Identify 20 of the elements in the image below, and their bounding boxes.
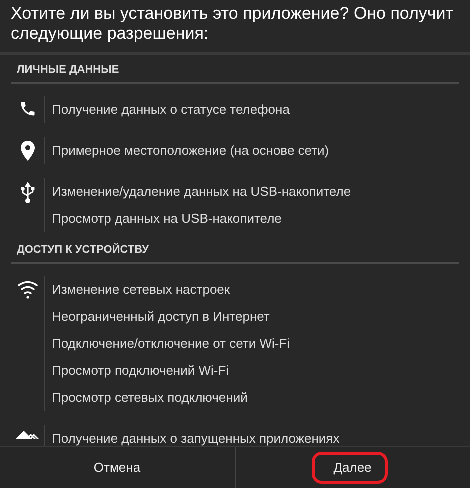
permission-text: Примерное местоположение (на основе сети) (52, 142, 330, 160)
location-pin-icon (20, 141, 34, 161)
wifi-icon (18, 280, 38, 300)
permission-text: Просмотр данных на USB-накопителе (52, 210, 283, 228)
permission-text: Просмотр подключений Wi-Fi (52, 362, 230, 380)
dialog-title: Хотите ли вы установить это приложение? Оно получит следующие разрешения: (0, 0, 470, 55)
permission-text: Неограниченный доступ в Интернет (52, 308, 271, 326)
permission-text: Подключение/отключение от сети Wi-Fi (52, 335, 290, 353)
permission-text: Изменение/удаление данных на USB-накопителе (52, 183, 352, 201)
phone-icon (18, 100, 36, 118)
cancel-button[interactable]: Отмена (0, 447, 234, 488)
permission-text: Получение данных о запущенных приложениях (52, 430, 340, 446)
next-button[interactable]: Далее (234, 447, 470, 488)
permission-text: Получение данных о статусе телефона (52, 101, 290, 119)
permission-text: Изменение сетевых настроек (52, 281, 232, 299)
section-header: ЛИЧНЫЕ ДАННЫЕ (11, 62, 459, 84)
usb-icon (20, 182, 34, 204)
permission-text: Просмотр сетевых подключений (52, 389, 249, 407)
stacked-triangles-icon (16, 429, 40, 439)
section-header: ДОСТУП К УСТРОЙСТВУ (11, 242, 459, 264)
